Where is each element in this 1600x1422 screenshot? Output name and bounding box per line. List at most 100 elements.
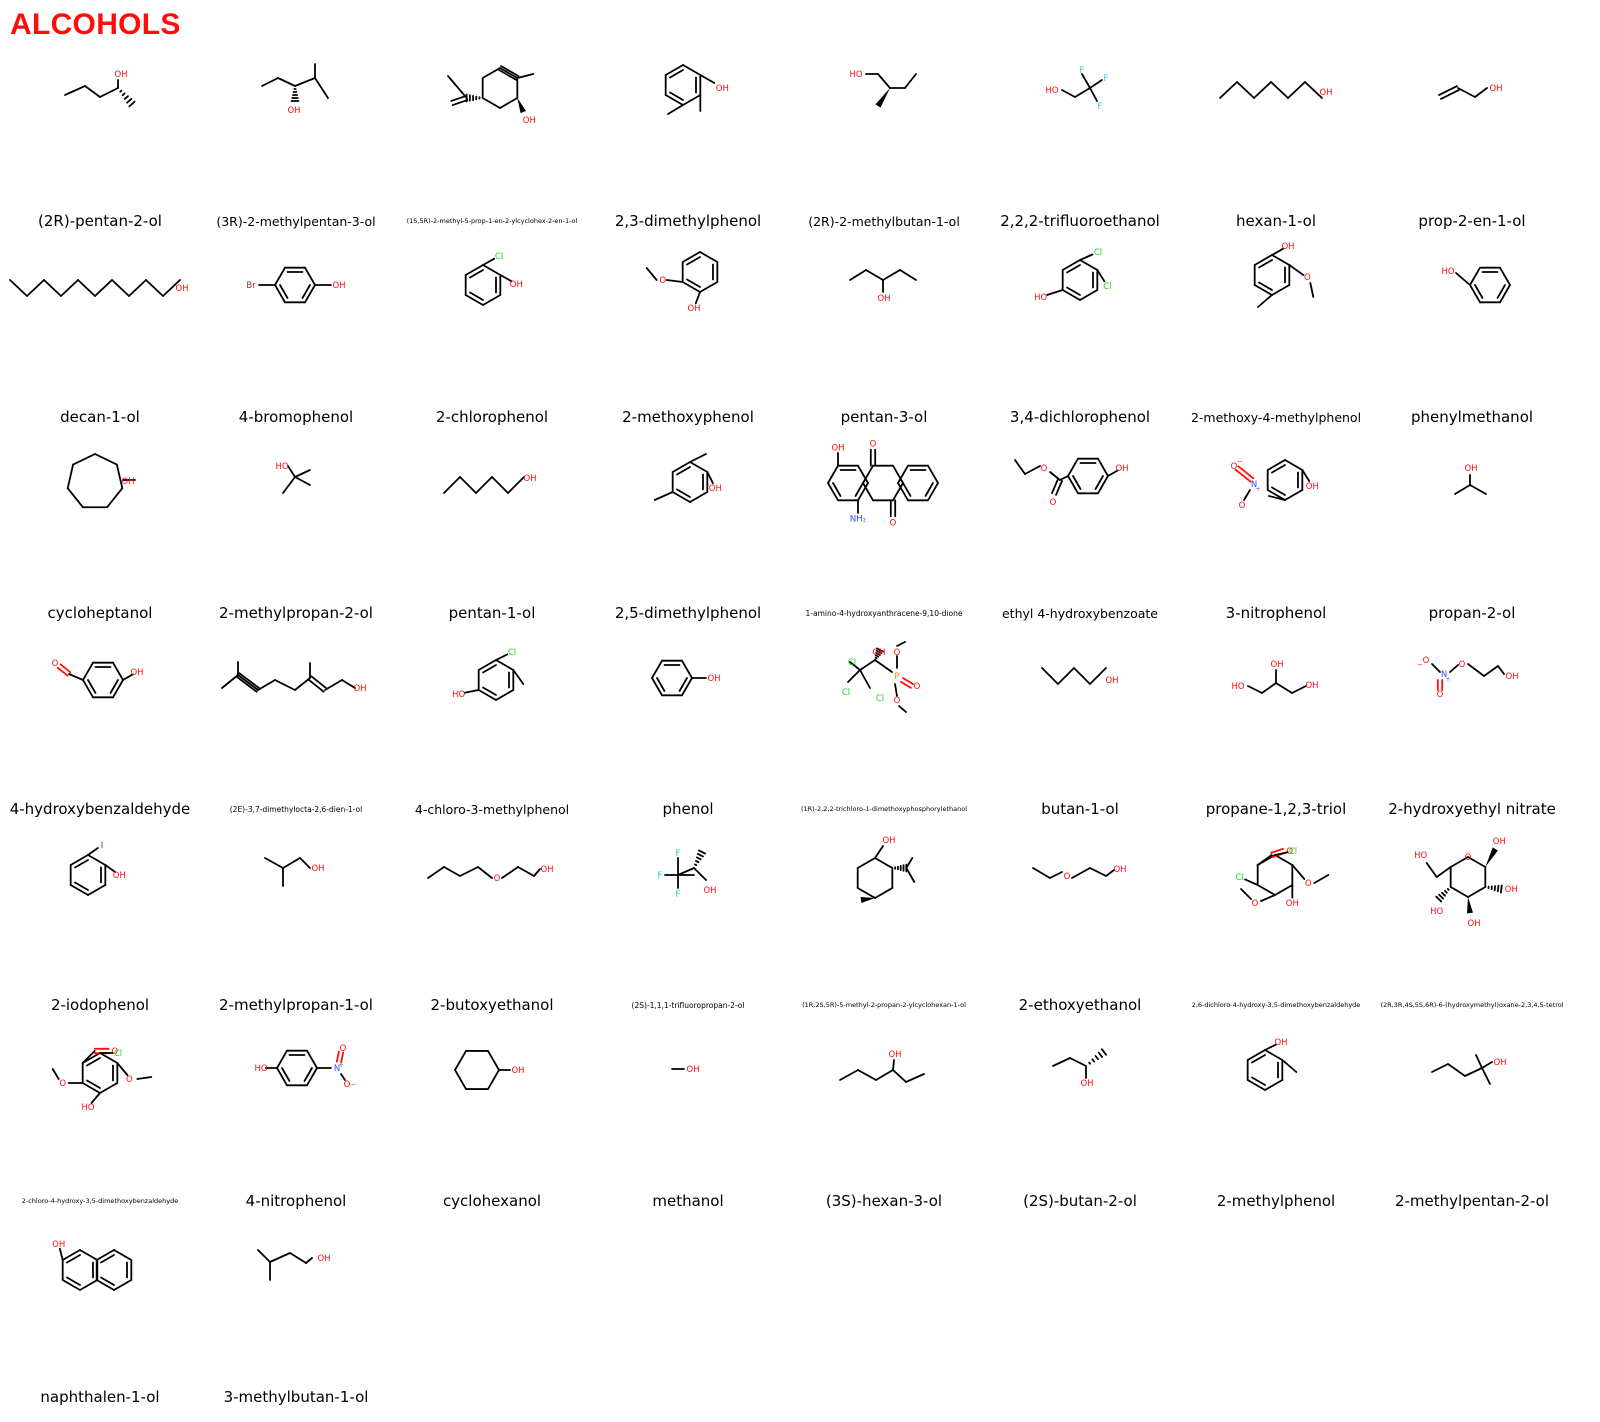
svg-text:O: O — [894, 648, 901, 658]
compound-name: 3,4-dichlorophenol — [980, 402, 1180, 432]
svg-text:O: O — [890, 518, 897, 528]
svg-text:OH: OH — [121, 477, 134, 487]
compound-cell: OHbutan-1-ol — [980, 634, 1180, 834]
compound-name: methanol — [588, 1186, 788, 1216]
svg-text:OH: OH — [1464, 464, 1477, 474]
svg-text:OH: OH — [311, 864, 324, 874]
compound-name: (2R)-2-methylbutan-1-ol — [784, 206, 984, 236]
svg-text:F: F — [1098, 102, 1103, 112]
svg-text:HO: HO — [1430, 907, 1443, 917]
compound-cell: OH2-methylpentan-2-ol — [1372, 1026, 1572, 1226]
svg-text:HO: HO — [849, 70, 862, 80]
svg-text:OH: OH — [1305, 681, 1318, 691]
molecule-structure: OHO — [1176, 242, 1376, 402]
svg-text:O: O — [126, 1075, 133, 1085]
svg-text:HO: HO — [452, 690, 465, 700]
molecule-structure: OH — [784, 830, 984, 990]
compound-name: naphthalen-1-ol — [0, 1382, 200, 1412]
svg-text:O: O — [894, 696, 901, 706]
compound-cell: OHpentan-1-ol — [392, 438, 592, 638]
compound-cell: HO2-methylpropan-2-ol — [196, 438, 396, 638]
molecule-structure: OOH — [392, 830, 592, 990]
compound-cell: HON+OO−4-nitrophenol — [196, 1026, 396, 1226]
svg-text:HO: HO — [275, 462, 288, 472]
svg-text:HO: HO — [1231, 682, 1244, 692]
svg-text:O: O — [59, 1079, 66, 1089]
svg-text:O: O — [1459, 660, 1466, 670]
molecule-structure: OH — [392, 46, 592, 206]
svg-text:OH: OH — [882, 836, 895, 846]
compound-name: hexan-1-ol — [1176, 206, 1376, 236]
compound-name: (1R,2S,5R)-5-methyl-2-propan-2-ylcyclohe… — [784, 990, 984, 1020]
svg-text:O: O — [1304, 273, 1311, 283]
svg-text:Cl: Cl — [1094, 248, 1102, 258]
svg-text:O: O — [1305, 879, 1312, 889]
molecule-structure: OH — [980, 634, 1180, 794]
molecule-structure: OHClClClPOOO — [784, 634, 984, 794]
svg-text:+: + — [1255, 486, 1260, 493]
svg-text:Cl: Cl — [508, 648, 516, 658]
molecule-structure: OH — [784, 242, 984, 402]
svg-text:OH: OH — [831, 444, 844, 454]
molecule-structure: OOH — [588, 242, 788, 402]
svg-text:F: F — [1080, 66, 1085, 76]
svg-text:OH: OH — [707, 674, 720, 684]
svg-text:F: F — [658, 871, 663, 881]
compound-cell: BrOH4-bromophenol — [196, 242, 396, 442]
svg-text:−: − — [1237, 458, 1243, 466]
molecule-structure: OH — [1372, 46, 1572, 206]
svg-text:OH: OH — [1493, 837, 1506, 847]
svg-text:OH: OH — [686, 1065, 699, 1075]
molecule-structure: OH — [1176, 1026, 1376, 1186]
compound-cell: OHnaphthalen-1-ol — [0, 1222, 200, 1422]
svg-text:OH: OH — [175, 284, 188, 294]
svg-text:O: O — [870, 440, 877, 450]
compound-cell: OH propan-2-ol — [1372, 438, 1572, 638]
compound-cell: OH(3S)-hexan-3-ol — [784, 1026, 984, 1226]
molecule-structure: OClClOOOH — [1176, 830, 1376, 990]
svg-text:OH: OH — [1505, 885, 1518, 895]
svg-text:OH: OH — [1080, 1079, 1093, 1089]
compound-cell: OH2-methylpropan-1-ol — [196, 830, 396, 1030]
compound-cell: OH methanol — [588, 1026, 788, 1226]
compound-cell: OH2,5-dimethylphenol — [588, 438, 788, 638]
svg-text:P: P — [894, 672, 899, 682]
svg-text:OH: OH — [353, 684, 366, 694]
molecule-structure: OH — [588, 634, 788, 794]
molecule-structure: HOOHOH — [1176, 634, 1376, 794]
compound-grid: OH(2R)-pentan-2-olOH(3R)-2-methylpentan-… — [0, 0, 1600, 1400]
compound-cell: OHClClClPOOO(1R)-2,2,2-trichloro-1-dimet… — [784, 634, 984, 834]
compound-cell: ClOH2-chlorophenol — [392, 242, 592, 442]
svg-text:OH: OH — [877, 294, 890, 304]
svg-text:Cl: Cl — [848, 658, 856, 668]
svg-text:OH: OH — [1113, 865, 1126, 875]
compound-cell: OHhexan-1-ol — [1176, 46, 1376, 246]
molecule-structure: HO — [1372, 242, 1572, 402]
molecule-structure: OH — [980, 1026, 1180, 1186]
svg-text:+: + — [1445, 676, 1450, 683]
compound-cell: N+O−OOH3-nitrophenol — [1176, 438, 1376, 638]
compound-name: 2-chloro-4-hydroxy-3,5-dimethoxybenzalde… — [0, 1186, 200, 1216]
compound-cell: HOphenylmethanol — [1372, 242, 1572, 442]
molecule-structure: OOH — [0, 634, 200, 794]
svg-text:Cl: Cl — [1289, 847, 1297, 857]
molecule-structure: OH — [0, 46, 200, 206]
svg-text:OH: OH — [332, 281, 345, 291]
compound-name: propan-2-ol — [1372, 598, 1572, 628]
compound-name: (2S)-butan-2-ol — [980, 1186, 1180, 1216]
compound-cell: OHdecan-1-ol — [0, 242, 200, 442]
svg-text:Cl: Cl — [842, 688, 850, 698]
compound-name: 2-methoxyphenol — [588, 402, 788, 432]
molecule-structure: HO — [784, 46, 984, 206]
svg-text:O: O — [1423, 656, 1430, 666]
compound-cell: HO (2R)-2-methylbutan-1-ol — [784, 46, 984, 246]
compound-name: pentan-3-ol — [784, 402, 984, 432]
compound-name: 2,6-dichloro-4-hydroxy-3,5-dimethoxybenz… — [1176, 990, 1376, 1020]
compound-cell: OClOHOO2-chloro-4-hydroxy-3,5-dimethoxyb… — [0, 1026, 200, 1226]
compound-cell: OHO2-methoxy-4-methylphenol — [1176, 242, 1376, 442]
svg-text:O: O — [494, 874, 501, 884]
compound-name: 4-nitrophenol — [196, 1186, 396, 1216]
molecule-structure: OH — [1372, 1026, 1572, 1186]
compound-cell: OH2-methylphenol — [1176, 1026, 1376, 1226]
compound-cell: HOFFF2,2,2-trifluoroethanol — [980, 46, 1180, 246]
